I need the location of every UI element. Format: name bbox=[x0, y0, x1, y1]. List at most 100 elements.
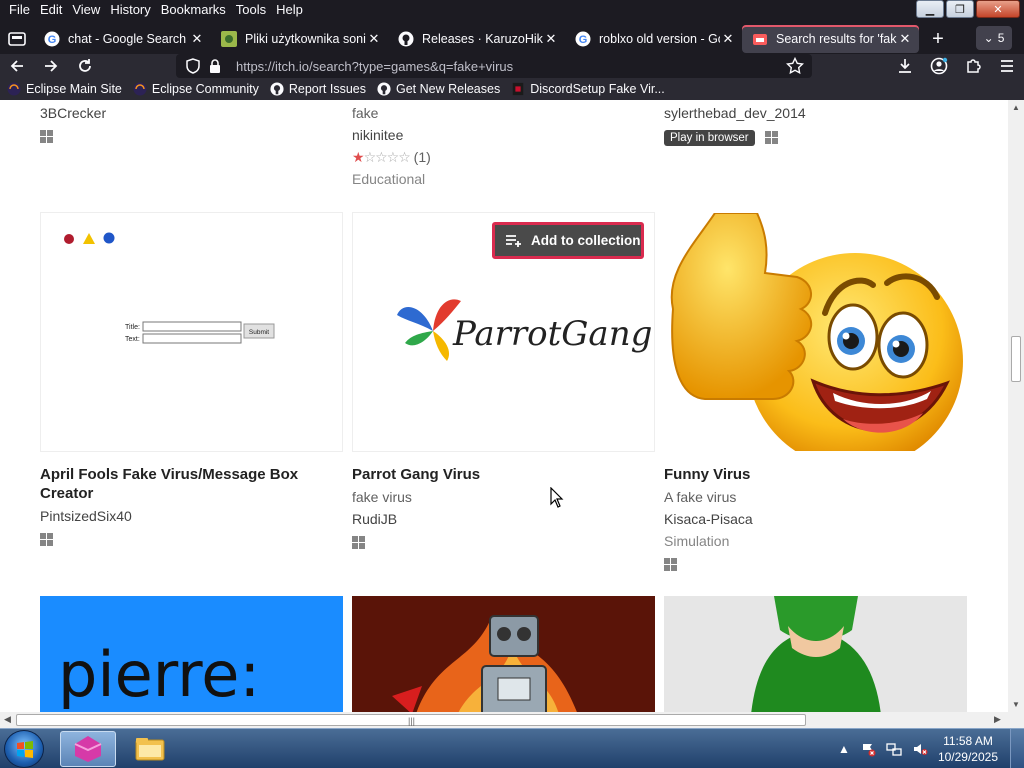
add-to-collection-label: Add to collection bbox=[531, 233, 641, 248]
app-menu-button[interactable] bbox=[990, 54, 1024, 78]
thumb-logo-text: ParrotGang bbox=[452, 314, 652, 354]
menu-tools[interactable]: Tools bbox=[231, 0, 271, 20]
tab-sonic-files[interactable]: Pliki użytkownika sonic ✕ bbox=[211, 25, 388, 53]
message-box-thumbnail: Title: Text: Submit bbox=[64, 232, 275, 344]
close-tab-icon[interactable]: ✕ bbox=[720, 31, 736, 47]
bookmark-report-issues[interactable]: Report Issues bbox=[269, 81, 366, 97]
horizontal-scrollbar[interactable]: ◀ ||| ▶ bbox=[0, 712, 1008, 728]
tray-expand-icon[interactable]: ▲ bbox=[838, 742, 850, 756]
tracking-protection-icon[interactable] bbox=[184, 57, 202, 75]
start-button[interactable] bbox=[4, 730, 44, 768]
game-title[interactable]: April Fools Fake Virus/Message Box Creat… bbox=[40, 465, 343, 503]
tab-roblox-search[interactable]: G roblxo old version - Go ✕ bbox=[565, 25, 742, 53]
game-author[interactable]: Kisaca-Pisaca bbox=[664, 508, 967, 530]
itchio-app-icon bbox=[74, 736, 102, 762]
tab-label: Search results for 'fake bbox=[776, 32, 897, 46]
account-button[interactable] bbox=[922, 54, 956, 78]
itchio-icon bbox=[510, 81, 526, 97]
tab-itchio-search[interactable]: Search results for 'fake ✕ bbox=[742, 25, 919, 53]
forward-button[interactable] bbox=[34, 54, 68, 78]
taskbar-app-file-explorer[interactable] bbox=[122, 731, 178, 767]
bookmark-eclipse-main[interactable]: Eclipse Main Site bbox=[6, 81, 122, 97]
menu-bar: File Edit View History Bookmarks Tools H… bbox=[0, 0, 1024, 20]
menu-help[interactable]: Help bbox=[271, 0, 308, 20]
game-title[interactable]: Parrot Gang Virus bbox=[352, 465, 655, 484]
bookmark-get-new-releases[interactable]: Get New Releases bbox=[376, 81, 500, 97]
back-button[interactable] bbox=[0, 54, 34, 78]
url-bar[interactable]: https://itch.io/search?type=games&q=fake… bbox=[176, 54, 812, 78]
github-icon bbox=[269, 81, 285, 97]
playlist-add-icon bbox=[506, 234, 521, 247]
minimize-button[interactable]: ▁ bbox=[916, 0, 944, 18]
menu-view[interactable]: View bbox=[67, 0, 105, 20]
close-window-button[interactable]: ✕ bbox=[976, 0, 1020, 18]
close-tab-icon[interactable]: ✕ bbox=[366, 31, 382, 47]
vertical-scrollbar[interactable]: ▲ ▼ bbox=[1008, 100, 1024, 712]
game-author[interactable]: PintsizedSix40 bbox=[40, 505, 343, 527]
arrow-left-icon bbox=[10, 60, 23, 72]
vertical-scroll-thumb[interactable] bbox=[1011, 336, 1021, 382]
game-card[interactable]: April Fools Fake Virus/Message Box Creat… bbox=[40, 465, 343, 546]
game-title[interactable]: Funny Virus bbox=[664, 465, 967, 484]
game-card[interactable]: 3BCrecker bbox=[40, 102, 343, 143]
scrollbar-corner bbox=[1008, 712, 1024, 728]
menu-edit[interactable]: Edit bbox=[35, 0, 67, 20]
new-tab-button[interactable]: + bbox=[923, 25, 953, 53]
scroll-down-icon[interactable]: ▼ bbox=[1012, 700, 1020, 709]
game-card[interactable]: sylerthebad_dev_2014 Play in browser bbox=[664, 102, 967, 146]
lock-icon[interactable] bbox=[206, 57, 224, 75]
folder-icon bbox=[135, 738, 165, 761]
bookmark-star-icon[interactable] bbox=[785, 56, 805, 80]
volume-muted-icon[interactable] bbox=[912, 741, 928, 757]
scroll-left-icon[interactable]: ◀ bbox=[4, 714, 11, 725]
windows-icon bbox=[664, 558, 677, 571]
thumbs-up-emoji-image bbox=[670, 213, 963, 451]
restore-button[interactable]: ❐ bbox=[946, 0, 974, 18]
menu-history[interactable]: History bbox=[105, 0, 155, 20]
url-text[interactable]: https://itch.io/search?type=games&q=fake… bbox=[236, 59, 513, 74]
green-character-thumbnail bbox=[664, 596, 967, 712]
svg-text:G: G bbox=[579, 34, 588, 46]
google-icon: G bbox=[44, 31, 60, 47]
scroll-right-icon[interactable]: ▶ bbox=[994, 714, 1001, 725]
game-author[interactable]: 3BCrecker bbox=[40, 102, 343, 124]
list-all-tabs-button[interactable]: ⌄ 5 bbox=[976, 26, 1012, 50]
tab-github-releases[interactable]: Releases · KaruzoHikari ✕ bbox=[388, 25, 565, 53]
game-description: A fake virus bbox=[664, 489, 737, 505]
game-author[interactable]: nikinitee bbox=[352, 124, 655, 146]
scroll-up-icon[interactable]: ▲ bbox=[1012, 103, 1020, 112]
eclipse-icon bbox=[6, 81, 22, 97]
game-card[interactable]: Funny Virus A fake virus Kisaca-Pisaca S… bbox=[664, 465, 967, 571]
game-thumbnail[interactable] bbox=[352, 596, 655, 712]
system-clock[interactable]: 11:58 AM 10/29/2025 bbox=[938, 733, 998, 765]
star-rating-icon: ★☆☆☆☆ bbox=[352, 149, 411, 165]
reload-button[interactable] bbox=[68, 54, 102, 78]
game-author[interactable]: RudiJB bbox=[352, 508, 655, 530]
taskbar-app-itchio[interactable] bbox=[60, 731, 116, 767]
game-card[interactable]: Parrot Gang Virus fake virus RudiJB bbox=[352, 465, 655, 549]
game-thumbnail[interactable]: pierre: bbox=[40, 596, 343, 712]
close-tab-icon[interactable]: ✕ bbox=[189, 31, 205, 47]
tab-google-chat[interactable]: G chat - Google Search ✕ bbox=[34, 25, 211, 53]
game-thumbnail[interactable] bbox=[664, 212, 967, 452]
game-thumbnail[interactable]: Title: Text: Submit bbox=[40, 212, 343, 452]
firefox-view-button[interactable] bbox=[0, 24, 34, 54]
bookmark-eclipse-community[interactable]: Eclipse Community bbox=[132, 81, 259, 97]
game-card[interactable]: fake nikinitee ★☆☆☆☆ (1) Educational bbox=[352, 102, 655, 190]
add-to-collection-button[interactable]: Add to collection bbox=[492, 222, 644, 259]
close-tab-icon[interactable]: ✕ bbox=[543, 31, 559, 47]
bookmark-discordsetup[interactable]: DiscordSetup Fake Vir... bbox=[510, 81, 665, 97]
game-author[interactable]: sylerthebad_dev_2014 bbox=[664, 102, 967, 124]
tab-label: roblxo old version - Go bbox=[599, 32, 720, 46]
tab-strip: G chat - Google Search ✕ Pliki użytkowni… bbox=[0, 24, 1024, 54]
page-content: 3BCrecker fake nikinitee ★☆☆☆☆ (1) Educa… bbox=[0, 100, 1008, 712]
extensions-button[interactable] bbox=[956, 54, 990, 78]
network-icon[interactable] bbox=[886, 741, 902, 757]
close-tab-icon[interactable]: ✕ bbox=[897, 31, 913, 47]
menu-file[interactable]: File bbox=[4, 0, 35, 20]
action-center-flag-icon[interactable] bbox=[860, 741, 876, 757]
downloads-button[interactable] bbox=[888, 54, 922, 78]
game-thumbnail[interactable] bbox=[664, 596, 967, 712]
menu-bookmarks[interactable]: Bookmarks bbox=[156, 0, 231, 20]
show-desktop-button[interactable] bbox=[1010, 729, 1024, 768]
